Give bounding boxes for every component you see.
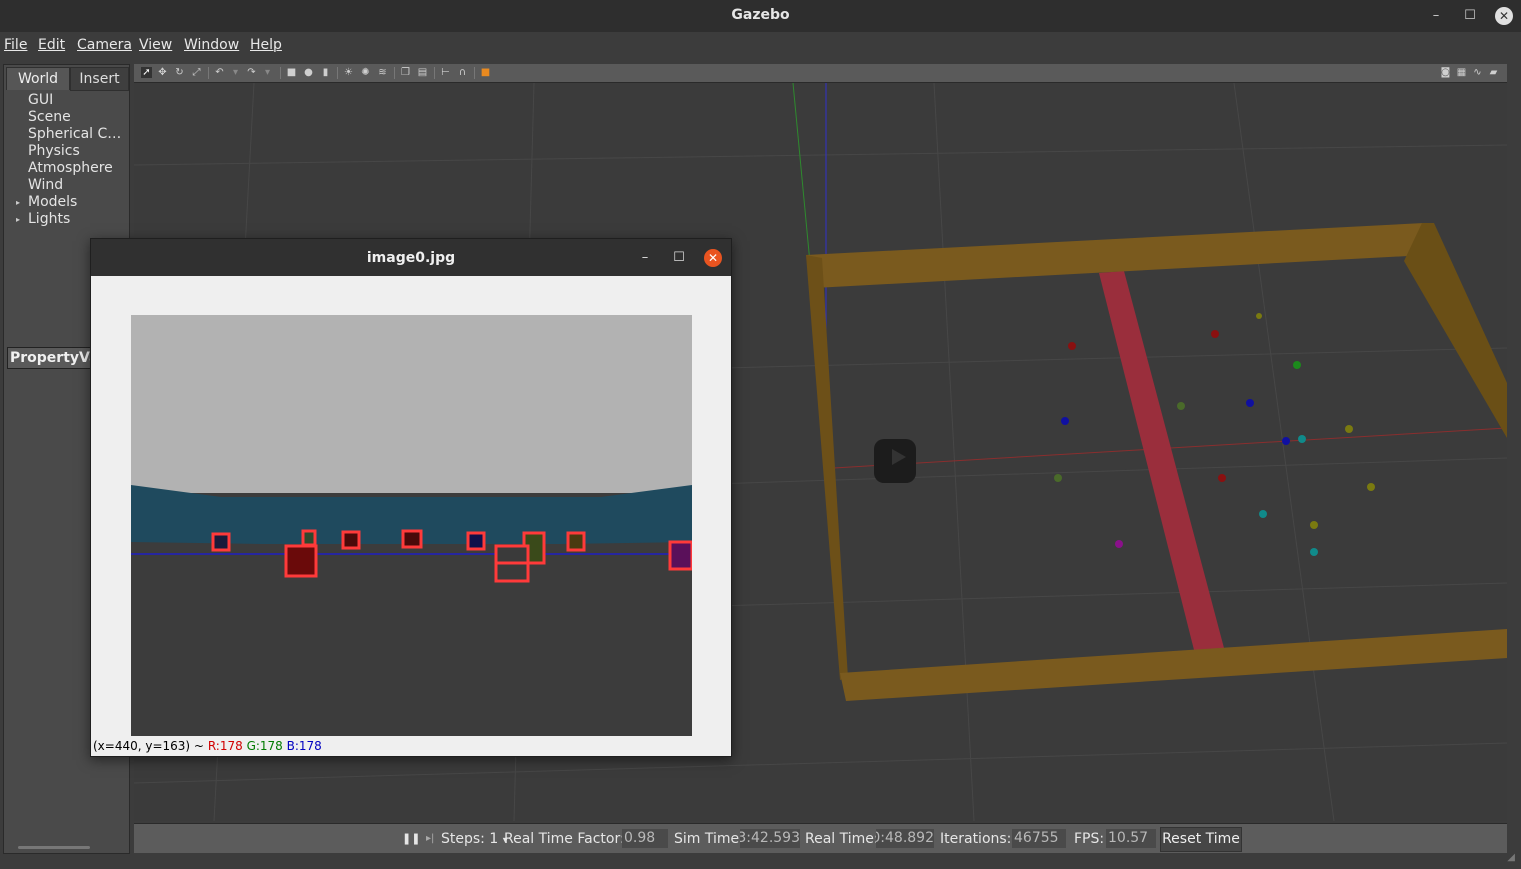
paste-icon[interactable]: ▤: [417, 67, 428, 78]
snap-icon[interactable]: ∩: [457, 67, 468, 78]
menu-camera[interactable]: Camera: [77, 37, 132, 53]
maximize-icon[interactable]: ☐: [670, 249, 688, 267]
tree-item-models[interactable]: ▸ Models: [16, 194, 128, 210]
rtf-label: Real Time Factor:: [504, 831, 625, 847]
translate-mode-icon[interactable]: ✥: [157, 67, 168, 78]
point-light-icon[interactable]: ☀: [343, 67, 354, 78]
undo-icon[interactable]: ↶: [214, 67, 225, 78]
steps-label[interactable]: Steps: 1 ▾: [441, 831, 508, 847]
expand-arrow-icon[interactable]: ▸: [16, 198, 20, 207]
tree-item-gui[interactable]: GUI: [28, 92, 128, 108]
expand-arrow-icon[interactable]: ▸: [16, 215, 20, 224]
directional-light-icon[interactable]: ≋: [377, 67, 388, 78]
tree-item-lights[interactable]: ▸ Lights: [16, 211, 128, 227]
pixel-green-value: G:178: [246, 739, 283, 753]
redo-icon[interactable]: ↷: [246, 67, 257, 78]
box-shape-icon[interactable]: ■: [286, 67, 297, 78]
tree-item-spherical-coordinates[interactable]: Spherical Co…: [28, 126, 128, 142]
pixel-status: (x=440, y=163) ~ R:178 G:178 B:178: [93, 739, 322, 753]
image-viewer-window: image0.jpg – ☐ ✕ (x=440, y=163) ~ R:178 …: [90, 238, 732, 757]
menu-window[interactable]: Window: [184, 37, 239, 53]
video-record-icon[interactable]: ▰: [1488, 67, 1499, 78]
tree-item-atmosphere[interactable]: Atmosphere: [28, 160, 128, 176]
tree-item-physics[interactable]: Physics: [28, 143, 128, 159]
spot-light-icon[interactable]: ✺: [360, 67, 371, 78]
sim-time-value: 3:42.593: [740, 829, 800, 848]
copy-icon[interactable]: ❐: [400, 67, 411, 78]
screenshot-icon[interactable]: ◙: [1440, 67, 1451, 78]
tree-item-lights-label: Lights: [28, 211, 71, 227]
robot: [874, 439, 916, 483]
minimize-icon[interactable]: –: [1427, 7, 1445, 25]
iterations-value: 46755: [1012, 829, 1066, 848]
image-viewer-title: image0.jpg: [366, 250, 456, 266]
y-axis-line: [792, 83, 811, 264]
fps-value: 10.57: [1106, 829, 1156, 848]
align-icon[interactable]: ⊢: [440, 67, 451, 78]
fps-label: FPS:: [1074, 831, 1105, 847]
select-mode-icon[interactable]: ➚: [141, 67, 152, 78]
menu-bar: File Edit Camera View Window Help: [0, 32, 1521, 58]
cylinder-shape-icon[interactable]: ▮: [320, 67, 331, 78]
undo-history-icon[interactable]: ▾: [230, 67, 241, 78]
title-bar: Gazebo – ☐ ✕: [0, 0, 1521, 32]
close-icon[interactable]: ✕: [1495, 7, 1513, 25]
step-icon[interactable]: ▸|: [426, 833, 434, 844]
property-header: PropertyValu: [7, 347, 99, 369]
sky: [131, 315, 692, 493]
rotate-mode-icon[interactable]: ↻: [174, 67, 185, 78]
pause-icon[interactable]: ❚❚: [402, 832, 420, 845]
tree-item-wind[interactable]: Wind: [28, 177, 128, 193]
redo-history-icon[interactable]: ▾: [262, 67, 273, 78]
close-icon[interactable]: ✕: [704, 249, 722, 267]
change-view-icon[interactable]: ■: [480, 67, 491, 78]
menu-view[interactable]: View: [139, 37, 172, 53]
image-viewer-titlebar[interactable]: image0.jpg – ☐ ✕: [91, 239, 731, 276]
menu-help[interactable]: Help: [250, 37, 282, 53]
maximize-icon[interactable]: ☐: [1461, 7, 1479, 25]
horizontal-scrollbar[interactable]: [18, 846, 90, 849]
pixel-blue-value: B:178: [286, 739, 322, 753]
tree-item-scene[interactable]: Scene: [28, 109, 128, 125]
sim-time-label: Sim Time:: [674, 831, 744, 847]
pixel-red-value: R:178: [207, 739, 243, 753]
log-icon[interactable]: ▦: [1456, 67, 1467, 78]
rtf-value: 0.98: [622, 829, 668, 848]
resize-grip-icon[interactable]: ◢: [1507, 852, 1515, 863]
tab-world[interactable]: World: [6, 67, 70, 90]
simulation-bar: ❚❚ ▸| Steps: 1 ▾ Real Time Factor: 0.98 …: [134, 823, 1507, 853]
plot-icon[interactable]: ∿: [1472, 67, 1483, 78]
tree-item-models-label: Models: [28, 194, 78, 210]
minimize-icon[interactable]: –: [636, 249, 654, 267]
iterations-label: Iterations:: [940, 831, 1012, 847]
menu-edit[interactable]: Edit: [38, 37, 65, 53]
colored-balls: [1054, 313, 1375, 556]
camera-image-render[interactable]: [131, 315, 692, 736]
toolbar: ➚ ✥ ↻ ⤢ ↶ ▾ ↷ ▾ ■ ● ▮ ☀ ✺ ≋ ❐ ▤ ⊢ ∩ ■ ◙ …: [134, 64, 1507, 83]
tab-insert[interactable]: Insert: [70, 67, 129, 91]
scale-mode-icon[interactable]: ⤢: [191, 67, 202, 78]
pixel-coordinates: (x=440, y=163) ~: [93, 739, 204, 753]
window-title: Gazebo: [731, 7, 790, 23]
camera-image[interactable]: [131, 315, 692, 736]
real-time-label: Real Time:: [805, 831, 879, 847]
sphere-shape-icon[interactable]: ●: [303, 67, 314, 78]
menu-file[interactable]: File: [4, 37, 27, 53]
real-time-value: 0:48.892: [876, 829, 934, 848]
reset-time-button[interactable]: Reset Time: [1160, 827, 1242, 852]
